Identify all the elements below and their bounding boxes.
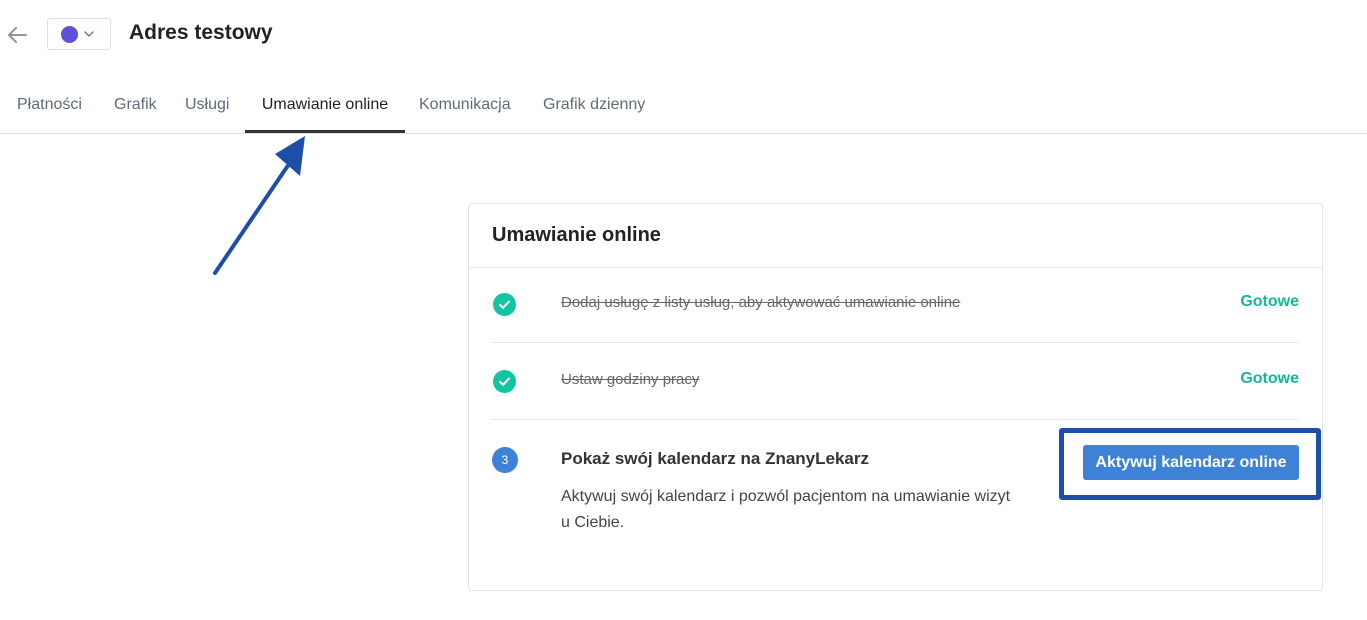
card-title: Umawianie online: [469, 204, 1322, 268]
step-title: Pokaż swój kalendarz na ZnanyLekarz: [561, 449, 870, 468]
annotation-arrow: [213, 136, 305, 275]
activate-calendar-button[interactable]: Aktywuj kalendarz online: [1083, 445, 1299, 480]
step-text: Dodaj usługę z listy usług, aby aktywowa…: [561, 294, 961, 311]
tab-umawianie-online[interactable]: Umawianie online: [245, 78, 405, 133]
step-description: Aktywuj swój kalendarz i pozwól pacjento…: [561, 488, 1011, 531]
step-add-service: Dodaj usługę z listy usług, aby aktywowa…: [491, 268, 1299, 343]
step-text: Ustaw godziny pracy: [561, 371, 700, 388]
step-number-badge: 3: [492, 447, 518, 473]
step-working-hours: Ustaw godziny pracy Gotowe: [491, 343, 1299, 420]
tab-grafik[interactable]: Grafik: [114, 78, 157, 133]
color-picker-dropdown[interactable]: [47, 18, 111, 50]
check-circle-icon: [493, 370, 516, 393]
check-circle-icon: [493, 293, 516, 316]
tab-platnosci[interactable]: Płatności: [17, 78, 82, 133]
arrow-left-icon: [8, 27, 27, 43]
status-done: Gotowe: [1240, 293, 1299, 310]
tab-uslugi[interactable]: Usługi: [185, 78, 229, 133]
status-done: Gotowe: [1240, 370, 1299, 387]
back-button[interactable]: [4, 22, 30, 48]
tab-bar: Płatności Grafik Usługi Umawianie online…: [0, 78, 1367, 134]
page-title: Adres testowy: [129, 21, 273, 44]
tab-komunikacja[interactable]: Komunikacja: [419, 78, 511, 133]
tab-grafik-dzienny[interactable]: Grafik dzienny: [543, 78, 645, 133]
color-swatch: [61, 25, 78, 43]
online-booking-card: Umawianie online Dodaj usługę z listy us…: [468, 203, 1323, 591]
chevron-down-icon: [84, 31, 94, 37]
